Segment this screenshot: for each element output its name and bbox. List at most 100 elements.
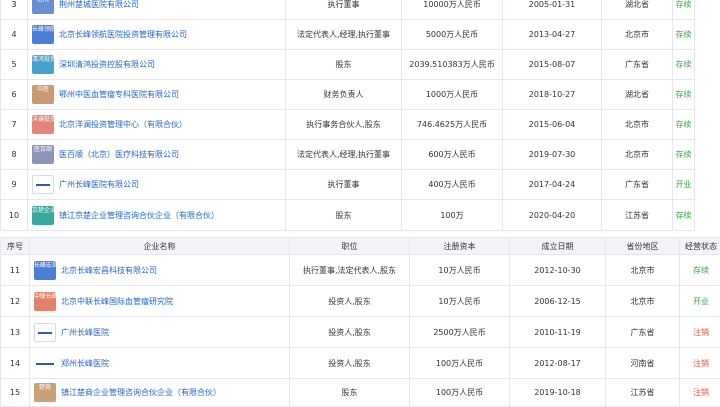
position-cell: 执行董事,法定代表人,股东 xyxy=(290,255,410,286)
status-cell: 开业 xyxy=(680,286,720,317)
company-logo-icon xyxy=(34,323,56,342)
company-cell: 长峰领航北京长峰领航医院投资管理有限公司 xyxy=(28,20,286,50)
table-row: 12中联长峰北京中联长峰国际血管瘤研究院投资人,股东10万人民币2006-12-… xyxy=(1,286,720,317)
status-badge: 存续 xyxy=(676,120,692,129)
row-index: 9 xyxy=(1,170,28,200)
capital-cell: 1000万人民币 xyxy=(402,80,503,110)
capital-cell: 100万 xyxy=(402,200,503,231)
company-logo-icon: 中联长峰 xyxy=(34,292,56,311)
region-cell: 北京市 xyxy=(606,255,680,286)
status-badge: 存续 xyxy=(676,90,692,99)
company-name-link[interactable]: 深圳清鸿投资控股有限公司 xyxy=(59,60,155,69)
table-row: 3医院荆州楚城医院有限公司执行董事10000万人民币2005-01-31湖北省存… xyxy=(1,0,695,20)
company-name-link[interactable]: 医百顺（北京）医疗科技有限公司 xyxy=(59,150,179,159)
company-cell: 洋澜投资北京洋澜投资管理中心（有限合伙） xyxy=(28,110,286,140)
company-name-link[interactable]: 镇江京楚企业管理咨询合伙企业（有限合伙） xyxy=(59,211,219,220)
row-index: 10 xyxy=(1,200,28,231)
status-badge: 存续 xyxy=(676,0,692,9)
row-index: 12 xyxy=(1,286,30,317)
region-cell: 广东省 xyxy=(602,50,673,80)
company-name-link[interactable]: 广州长峰医院 xyxy=(61,328,109,337)
capital-cell: 10万人民币 xyxy=(410,255,510,286)
status-cell: 存续 xyxy=(673,20,695,50)
company-logo-icon: 医院 xyxy=(32,0,54,14)
status-cell: 存续 xyxy=(673,140,695,170)
region-cell: 广东省 xyxy=(606,317,680,348)
capital-cell: 100万人民币 xyxy=(410,379,510,407)
row-index: 7 xyxy=(1,110,28,140)
position-cell: 执行董事 xyxy=(286,0,402,20)
date-cell: 2013-04-27 xyxy=(503,20,602,50)
row-index: 11 xyxy=(1,255,30,286)
status-badge: 开业 xyxy=(693,297,709,306)
table-row: 7洋澜投资北京洋澜投资管理中心（有限合伙）执行事务合伙人,股东746.4625万… xyxy=(1,110,695,140)
company-logo-icon xyxy=(34,354,56,373)
row-index: 8 xyxy=(1,140,28,170)
company-cell: 楚商镇江楚商企业管理咨询合伙企业（有限合伙） xyxy=(30,379,290,407)
status-cell: 开业 xyxy=(673,170,695,200)
table-header-row: 序号 企业名称 职位 注册资本 成立日期 省份地区 经营状态 xyxy=(1,238,720,255)
company-name-link[interactable]: 镇江楚商企业管理咨询合伙企业（有限合伙） xyxy=(61,388,221,397)
table-row: 9广州长峰医院有限公司执行董事400万人民币2017-04-24广东省开业 xyxy=(1,170,695,200)
capital-cell: 5000万人民币 xyxy=(402,20,503,50)
status-badge: 存续 xyxy=(676,150,692,159)
company-logo-icon: 医百顺 xyxy=(32,145,54,164)
company-cell: 中医鄂州中医血管瘤专科医院有限公司 xyxy=(28,80,286,110)
region-cell: 湖北省 xyxy=(602,0,673,20)
company-cell: 中联长峰北京中联长峰国际血管瘤研究院 xyxy=(30,286,290,317)
date-cell: 2010-11-19 xyxy=(510,317,606,348)
company-name-link[interactable]: 北京洋澜投资管理中心（有限合伙） xyxy=(59,120,187,129)
header-status: 经营状态 xyxy=(680,238,720,255)
region-cell: 江苏省 xyxy=(606,379,680,407)
capital-cell: 600万人民币 xyxy=(402,140,503,170)
company-name-link[interactable]: 鄂州中医血管瘤专科医院有限公司 xyxy=(59,90,179,99)
status-badge: 存续 xyxy=(676,30,692,39)
date-cell: 2020-04-20 xyxy=(503,200,602,231)
region-cell: 北京市 xyxy=(602,140,673,170)
row-index: 3 xyxy=(1,0,28,20)
company-cell: 郑州长峰医院 xyxy=(30,348,290,379)
region-cell: 北京市 xyxy=(606,286,680,317)
status-cell: 注销 xyxy=(680,348,720,379)
company-name-link[interactable]: 北京长峰领航医院投资管理有限公司 xyxy=(59,30,187,39)
date-cell: 2018-10-27 xyxy=(503,80,602,110)
status-cell: 注销 xyxy=(680,379,720,407)
status-cell: 存续 xyxy=(680,255,720,286)
row-index: 4 xyxy=(1,20,28,50)
investment-table-page1: 3医院荆州楚城医院有限公司执行董事10000万人民币2005-01-31湖北省存… xyxy=(0,0,695,231)
company-cell: 医院荆州楚城医院有限公司 xyxy=(28,0,286,20)
position-cell: 股东 xyxy=(286,200,402,231)
company-logo-icon: 洋澜投资 xyxy=(32,115,54,134)
date-cell: 2017-04-24 xyxy=(503,170,602,200)
company-name-link[interactable]: 北京中联长峰国际血管瘤研究院 xyxy=(61,297,173,306)
company-cell: 清鸿投资深圳清鸿投资控股有限公司 xyxy=(28,50,286,80)
header-index: 序号 xyxy=(1,238,30,255)
region-cell: 河南省 xyxy=(606,348,680,379)
status-badge: 注销 xyxy=(693,359,709,368)
position-cell: 财务负责人 xyxy=(286,80,402,110)
capital-cell: 10000万人民币 xyxy=(402,0,503,20)
capital-cell: 100万人民币 xyxy=(410,348,510,379)
company-logo-icon: 京楚企业 xyxy=(32,206,54,225)
date-cell: 2019-10-18 xyxy=(510,379,606,407)
status-badge: 注销 xyxy=(693,388,709,397)
company-name-link[interactable]: 北京长峰宏昌科技有限公司 xyxy=(61,266,157,275)
header-position: 职位 xyxy=(290,238,410,255)
header-region: 省份地区 xyxy=(606,238,680,255)
date-cell: 2015-08-07 xyxy=(503,50,602,80)
row-index: 14 xyxy=(1,348,30,379)
table-row: 10京楚企业镇江京楚企业管理咨询合伙企业（有限合伙） 股东100万2020-04-… xyxy=(1,200,695,231)
status-cell: 存续 xyxy=(673,200,695,231)
region-cell: 江苏省 xyxy=(602,200,673,231)
status-badge: 存续 xyxy=(676,211,692,220)
row-index: 5 xyxy=(1,50,28,80)
date-cell: 2015-06-04 xyxy=(503,110,602,140)
company-logo-icon: 清鸿投资 xyxy=(32,55,54,74)
company-name-link[interactable]: 广州长峰医院有限公司 xyxy=(59,180,139,189)
company-logo-icon: 长峰领航 xyxy=(32,25,54,44)
position-cell: 投资人,股东 xyxy=(290,348,410,379)
status-cell: 存续 xyxy=(673,0,695,20)
company-name-link[interactable]: 郑州长峰医院 xyxy=(61,359,109,368)
capital-cell: 400万人民币 xyxy=(402,170,503,200)
company-name-link[interactable]: 荆州楚城医院有限公司 xyxy=(59,0,139,9)
